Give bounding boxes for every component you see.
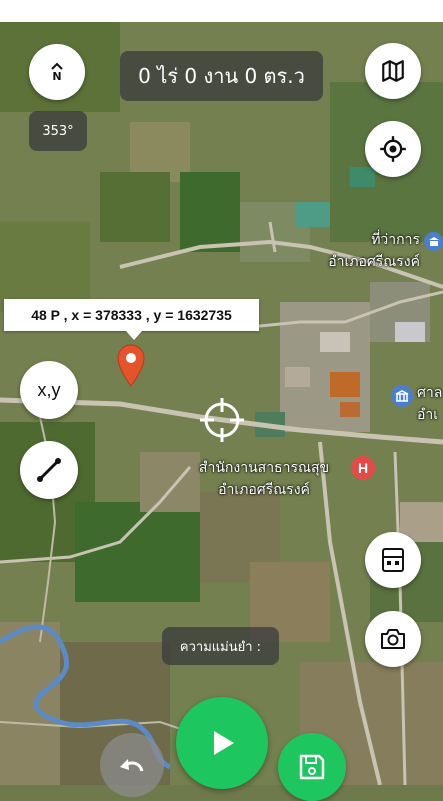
- courthouse-label-line1: ศาล: [417, 385, 443, 401]
- health-office-label-line1: สำนักงานสาธารณสุข: [198, 460, 330, 476]
- xy-coordinate-button[interactable]: x,y: [20, 361, 78, 419]
- courthouse-icon: [391, 385, 413, 407]
- coordinate-label: 48 P , x = 378333 , y = 1632735: [4, 299, 259, 340]
- measure-line-icon: [37, 458, 61, 482]
- compass-north-letter: N: [52, 70, 62, 83]
- area-display: 0 ไร่ 0 งาน 0 ตร.ว: [120, 51, 323, 101]
- play-button[interactable]: [176, 697, 268, 789]
- crosshair-icon: [200, 398, 244, 442]
- compass-button[interactable]: N: [29, 44, 85, 100]
- play-icon: [214, 731, 234, 755]
- district-office-label-line2: อำเภอศรีณรงค์: [328, 254, 420, 270]
- courthouse-label: ศาล อำเ: [417, 382, 442, 426]
- government-building-icon: [424, 232, 443, 251]
- save-button[interactable]: [278, 733, 346, 801]
- district-office-label: ที่ว่าการ อำเภอศรีณรงค์: [300, 229, 420, 273]
- camera-button[interactable]: [365, 611, 421, 667]
- map-icon: [382, 60, 404, 82]
- calculator-icon: [382, 548, 404, 572]
- my-location-button[interactable]: [365, 121, 421, 177]
- locate-icon: [380, 136, 406, 162]
- hospital-icon: H: [351, 456, 375, 480]
- xy-button-label: x,y: [37, 379, 61, 400]
- map-layers-button[interactable]: [365, 43, 421, 99]
- measure-line-button[interactable]: [20, 441, 78, 499]
- north-arrow-icon: [51, 62, 63, 70]
- health-office-label: สำนักงานสาธารณสุข อำเภอศรีณรงค์: [184, 457, 344, 501]
- calculator-button[interactable]: [365, 532, 421, 588]
- camera-icon: [381, 629, 405, 649]
- location-pin-icon[interactable]: [116, 343, 146, 387]
- accuracy-readout: ความแม่นยำ :: [162, 627, 279, 665]
- bearing-readout: 353°: [29, 111, 87, 151]
- health-office-label-line2: อำเภอศรีณรงค์: [218, 482, 310, 498]
- undo-icon: [120, 759, 144, 772]
- undo-button[interactable]: [100, 733, 164, 797]
- status-bar: [0, 0, 443, 22]
- courthouse-label-line2: อำเ: [417, 407, 439, 423]
- district-office-label-line1: ที่ว่าการ: [371, 232, 420, 248]
- compass-icon: N: [51, 62, 63, 82]
- save-icon: [299, 754, 325, 780]
